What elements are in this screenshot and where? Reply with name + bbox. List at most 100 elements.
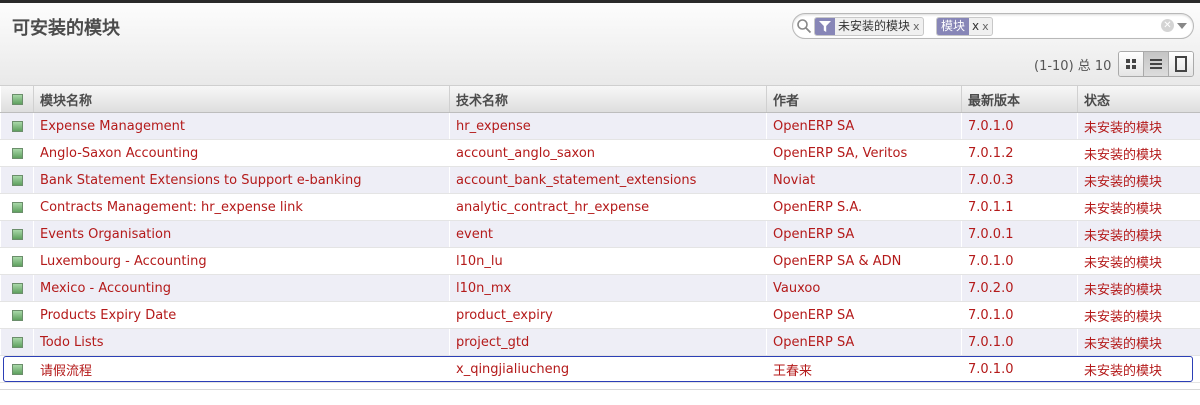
version-cell[interactable]: 7.0.1.2 [961,139,1078,167]
row-checkbox-cell[interactable] [0,328,34,356]
author-cell[interactable]: OpenERP S.A. [766,193,962,221]
table-row[interactable]: Anglo-Saxon Accounting account_anglo_sax… [0,139,1200,167]
author-cell[interactable]: 王春来 [766,355,962,383]
technical-name-cell[interactable]: hr_expense [449,112,767,140]
author-cell[interactable]: OpenERP SA [766,220,962,248]
search-facet-module[interactable]: 模块 x x [936,17,993,36]
table-row[interactable]: Products Expiry Date product_expiry Open… [0,301,1200,329]
technical-name-cell[interactable]: analytic_contract_hr_expense [449,193,767,221]
form-view-button[interactable] [1169,52,1193,76]
version-cell[interactable]: 7.0.1.1 [961,193,1078,221]
author-cell[interactable]: OpenERP SA [766,112,962,140]
module-name-cell[interactable]: Expense Management [33,112,450,140]
row-checkbox[interactable] [12,174,23,186]
version-cell[interactable]: 7.0.2.0 [961,274,1078,302]
row-checkbox-cell[interactable] [0,193,34,221]
author-cell[interactable]: OpenERP SA & ADN [766,247,962,275]
row-checkbox-cell[interactable] [0,355,34,383]
search-facet-filter[interactable]: 未安装的模块 x [814,17,924,36]
author-cell[interactable]: OpenERP SA, Veritos [766,139,962,167]
select-all-checkbox-cell[interactable] [0,86,34,113]
kanban-view-button[interactable] [1119,52,1144,76]
module-name-cell[interactable]: Contracts Management: hr_expense link [33,193,450,221]
select-all-checkbox[interactable] [11,93,23,105]
version-cell[interactable]: 7.0.1.0 [961,328,1078,356]
row-checkbox-cell[interactable] [0,166,34,194]
table-row[interactable]: 请假流程 x_qingjialiucheng 王春来 7.0.1.0 未安装的模… [0,355,1200,383]
version-cell[interactable]: 7.0.0.1 [961,220,1078,248]
row-checkbox[interactable] [12,282,23,294]
state-cell[interactable]: 未安装的模块 [1077,355,1200,383]
row-checkbox-cell[interactable] [0,220,34,248]
technical-name-cell[interactable]: l10n_mx [449,274,767,302]
facet-remove-button[interactable]: x [982,18,992,35]
version-cell[interactable]: 7.0.1.0 [961,301,1078,329]
row-checkbox-cell[interactable] [0,301,34,329]
row-checkbox-cell[interactable] [0,274,34,302]
technical-name-cell[interactable]: project_gtd [449,328,767,356]
technical-name-cell[interactable]: account_anglo_saxon [449,139,767,167]
column-header-name[interactable]: 模块名称 [33,86,450,113]
row-checkbox[interactable] [12,255,23,267]
table-row[interactable]: Contracts Management: hr_expense link an… [0,193,1200,221]
column-header-state[interactable]: 状态 [1077,86,1200,113]
clear-search-icon[interactable]: ✕ [1161,19,1174,32]
view-header: 可安装的模块 未安装的模块 x 模块 x x ✕ (1-10) 总 10 [0,3,1200,86]
state-cell[interactable]: 未安装的模块 [1077,193,1200,221]
state-cell[interactable]: 未安装的模块 [1077,112,1200,140]
state-cell[interactable]: 未安装的模块 [1077,247,1200,275]
state-cell[interactable]: 未安装的模块 [1077,301,1200,329]
version-cell[interactable]: 7.0.1.0 [961,247,1078,275]
row-checkbox-cell[interactable] [0,112,34,140]
table-row[interactable]: Bank Statement Extensions to Support e-b… [0,166,1200,194]
technical-name-cell[interactable]: l10n_lu [449,247,767,275]
module-name-cell[interactable]: Bank Statement Extensions to Support e-b… [33,166,450,194]
row-checkbox[interactable] [12,120,23,132]
module-name-cell[interactable]: Luxembourg - Accounting [33,247,450,275]
row-checkbox-cell[interactable] [0,247,34,275]
module-name-cell[interactable]: 请假流程 [33,355,450,383]
version-cell[interactable]: 7.0.1.0 [961,355,1078,383]
technical-name-cell[interactable]: x_qingjialiucheng [449,355,767,383]
technical-name-cell[interactable]: product_expiry [449,301,767,329]
module-name-cell[interactable]: Anglo-Saxon Accounting [33,139,450,167]
row-checkbox[interactable] [12,147,23,159]
table-row[interactable]: Expense Management hr_expense OpenERP SA… [0,112,1200,140]
state-cell[interactable]: 未安装的模块 [1077,328,1200,356]
column-header-latest-version[interactable]: 最新版本 [961,86,1078,113]
author-cell[interactable]: Vauxoo [766,274,962,302]
state-cell[interactable]: 未安装的模块 [1077,274,1200,302]
table-row[interactable]: Luxembourg - Accounting l10n_lu OpenERP … [0,247,1200,275]
table-row[interactable]: Todo Lists project_gtd OpenERP SA 7.0.1.… [0,328,1200,356]
row-checkbox-cell[interactable] [0,139,34,167]
row-checkbox[interactable] [12,336,23,348]
module-name-cell[interactable]: Todo Lists [33,328,450,356]
state-cell[interactable]: 未安装的模块 [1077,220,1200,248]
version-cell[interactable]: 7.0.0.3 [961,166,1078,194]
row-checkbox[interactable] [12,228,23,240]
technical-name-cell[interactable]: event [449,220,767,248]
table-row[interactable]: Events Organisation event OpenERP SA 7.0… [0,220,1200,248]
table-header-row: 模块名称 技术名称 作者 最新版本 状态 [0,86,1200,113]
module-name-cell[interactable]: Events Organisation [33,220,450,248]
author-cell[interactable]: OpenERP SA [766,328,962,356]
column-header-technical-name[interactable]: 技术名称 [449,86,767,113]
technical-name-cell[interactable]: account_bank_statement_extensions [449,166,767,194]
author-cell[interactable]: OpenERP SA [766,301,962,329]
state-cell[interactable]: 未安装的模块 [1077,139,1200,167]
pager-value[interactable]: (1-10) 总 10 [1034,55,1111,74]
table-row[interactable]: Mexico - Accounting l10n_mx Vauxoo 7.0.2… [0,274,1200,302]
version-cell[interactable]: 7.0.1.0 [961,112,1078,140]
state-cell[interactable]: 未安装的模块 [1077,166,1200,194]
list-view-button[interactable] [1144,52,1169,76]
row-checkbox[interactable] [12,201,23,213]
module-name-cell[interactable]: Products Expiry Date [33,301,450,329]
facet-remove-button[interactable]: x [913,18,923,35]
row-checkbox[interactable] [12,363,23,375]
search-options-toggle[interactable] [1177,23,1187,29]
search-box[interactable]: 未安装的模块 x 模块 x x ✕ [792,13,1194,39]
module-name-cell[interactable]: Mexico - Accounting [33,274,450,302]
author-cell[interactable]: Noviat [766,166,962,194]
column-header-author[interactable]: 作者 [766,86,962,113]
row-checkbox[interactable] [12,309,23,321]
